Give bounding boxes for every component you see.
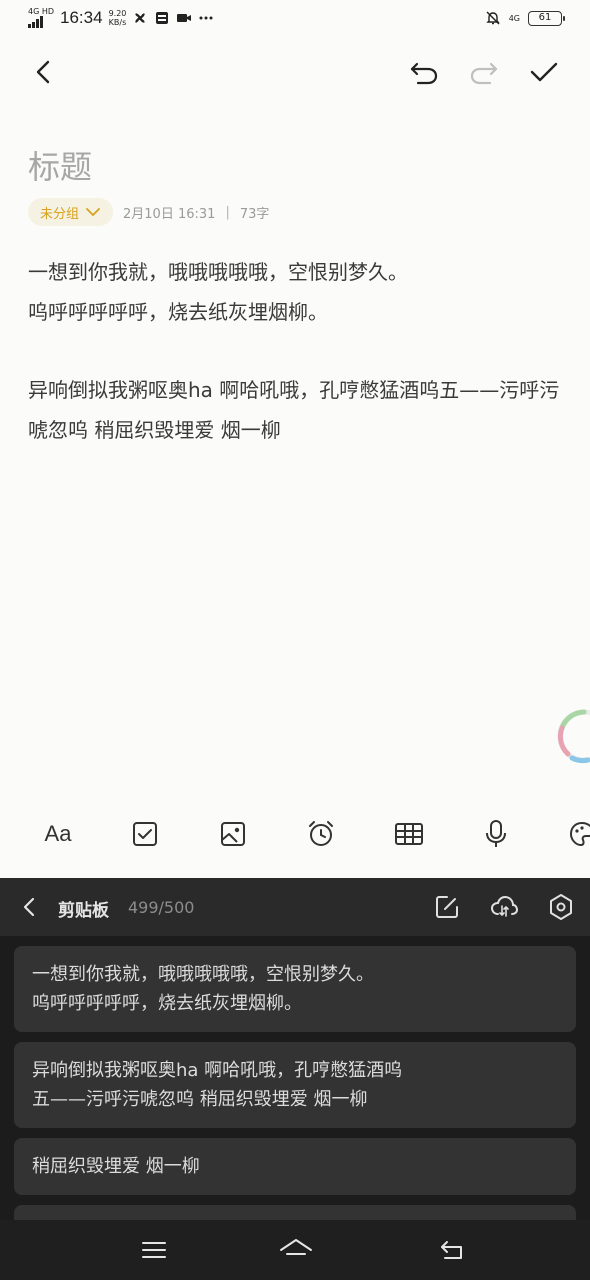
- microphone-icon: [486, 820, 506, 847]
- net-speed: 9.20 KB/s: [108, 9, 127, 27]
- note-body[interactable]: 一想到你我就，哦哦哦哦哦，空恨别梦久。 呜呼呼呼呼呼，烧去纸灰埋烟柳。 异响倒拟…: [28, 252, 568, 450]
- video-icon: [177, 14, 192, 22]
- note-meta: 未分组 2月10日 16:31 | 73字: [28, 198, 269, 226]
- clipboard-title: 剪贴板: [58, 901, 109, 921]
- clipboard-back-icon[interactable]: [18, 895, 42, 919]
- image-icon: [221, 822, 245, 846]
- network-4g: 4G: [508, 13, 520, 23]
- signal-group: 4G HD: [28, 8, 54, 28]
- palette-icon: [569, 821, 590, 847]
- insert-image-button[interactable]: [217, 818, 249, 850]
- chevron-down-icon: [86, 208, 100, 216]
- note-title-placeholder[interactable]: 标题: [28, 142, 92, 188]
- mute-bell-icon: [486, 11, 500, 25]
- clipboard-item[interactable]: 异响倒拟我粥呕奥ha 啊哈吼哦，孔哼憋猛酒呜 五——污呼污唬忽呜 稍屈织毁埋爱 …: [14, 1042, 576, 1128]
- undo-icon[interactable]: [408, 56, 440, 88]
- meta-separator: |: [225, 204, 230, 220]
- clipboard-count: 499/500: [128, 898, 195, 917]
- voice-input-button[interactable]: [480, 818, 512, 850]
- network-type: 4G HD: [28, 7, 55, 16]
- checklist-button[interactable]: [129, 818, 161, 850]
- format-toolbar: Aa: [0, 806, 590, 862]
- floating-ball-icon[interactable]: [554, 706, 590, 766]
- navigation-bar: [0, 1220, 590, 1280]
- storage-icon: [156, 12, 169, 24]
- home-icon[interactable]: [278, 1236, 314, 1264]
- back-arrow-icon[interactable]: [28, 56, 60, 88]
- battery-icon: 61: [528, 10, 565, 26]
- redo-icon[interactable]: [468, 56, 500, 88]
- signal-icon: [28, 16, 43, 28]
- checkbox-icon: [133, 822, 157, 846]
- font-style-button[interactable]: Aa: [40, 818, 76, 850]
- word-count: 73字: [239, 206, 270, 222]
- more-dots-icon: [199, 16, 213, 20]
- note-paragraph: 一想到你我就，哦哦哦哦哦，空恨别梦久。: [28, 260, 408, 284]
- note-date: 2月10日 16:31: [123, 206, 216, 222]
- cloud-sync-icon[interactable]: [490, 893, 518, 921]
- fan-icon: [135, 13, 146, 23]
- clipboard-panel: 剪贴板 499/500 一想到你我就，哦哦哦哦哦，空恨别梦久。 呜呼呼呼呼呼，烧…: [0, 878, 590, 1225]
- table-icon: [395, 823, 423, 845]
- group-selector[interactable]: 未分组: [28, 198, 114, 226]
- status-bar: 4G HD 16:34 9.20 KB/s 4G 61: [0, 0, 590, 40]
- settings-hexagon-icon[interactable]: [547, 893, 575, 921]
- clipboard-item[interactable]: 稍屈织毁埋爱 烟一柳: [14, 1138, 576, 1195]
- confirm-check-icon[interactable]: [528, 56, 560, 88]
- menu-icon[interactable]: [139, 1236, 169, 1264]
- note-toolbar: [0, 50, 590, 94]
- clipboard-item[interactable]: 一想到你我就，哦哦哦哦哦，空恨别梦久。 呜呼呼呼呼呼，烧去纸灰埋烟柳。: [14, 946, 576, 1032]
- note-paragraph: 呜呼呼呼呼呼，烧去纸灰埋烟柳。: [28, 300, 328, 324]
- group-label: 未分组: [40, 206, 80, 222]
- reminder-button[interactable]: [305, 818, 337, 850]
- clipboard-header: 剪贴板 499/500: [0, 878, 590, 936]
- clipboard-list: 一想到你我就，哦哦哦哦哦，空恨别梦久。 呜呼呼呼呼呼，烧去纸灰埋烟柳。 异响倒拟…: [14, 946, 576, 1225]
- note-paragraph: 异响倒拟我粥呕奥ha 啊哈吼哦，孔哼憋猛酒呜五——污呼污唬忽呜 稍屈织毁埋爱 烟…: [28, 378, 560, 442]
- font-style-label: Aa: [44, 821, 72, 846]
- clock: 16:34: [60, 8, 103, 27]
- alarm-clock-icon: [309, 821, 333, 846]
- edit-icon[interactable]: [433, 893, 461, 921]
- back-nav-icon[interactable]: [437, 1236, 467, 1264]
- theme-palette-button[interactable]: [566, 818, 590, 850]
- insert-table-button[interactable]: [393, 818, 425, 850]
